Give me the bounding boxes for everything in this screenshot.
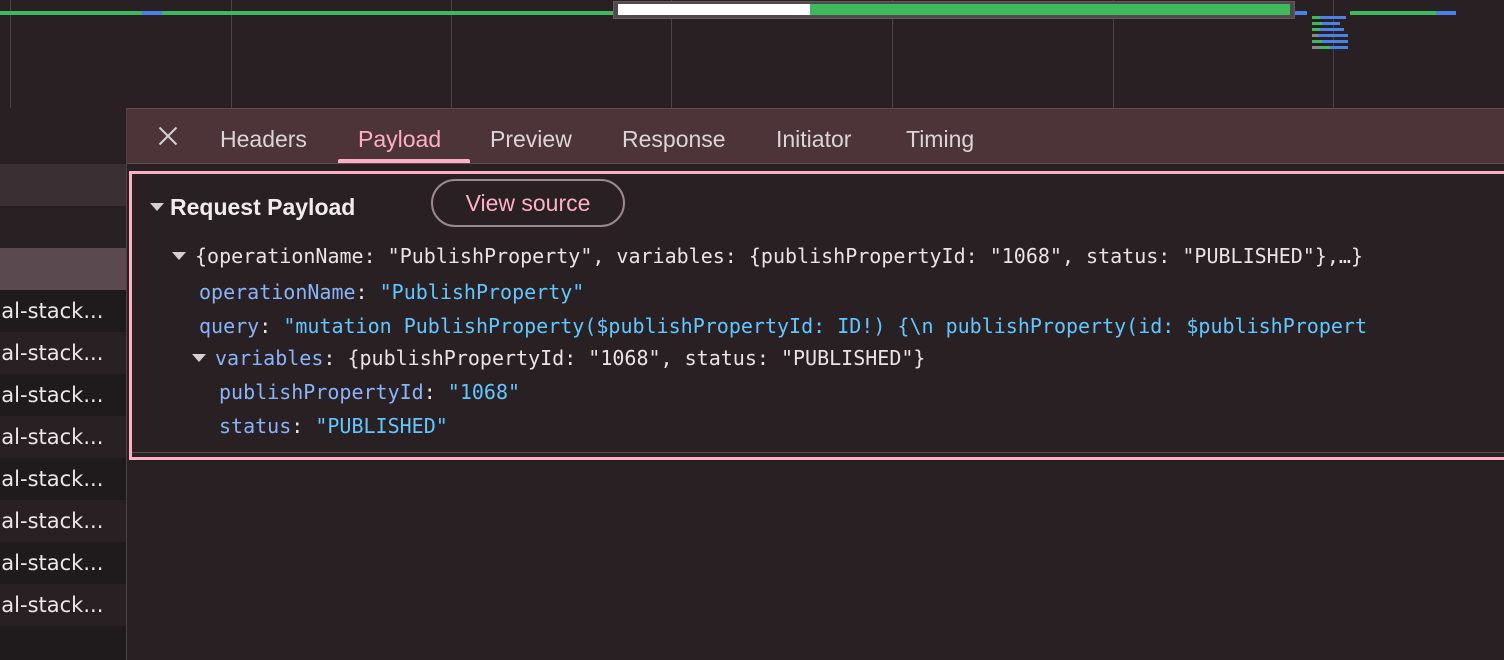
grid-line: [231, 0, 232, 108]
payload-summary: {operationName: "PublishProperty", varia…: [195, 244, 1363, 268]
triangle-down-icon[interactable]: [192, 354, 206, 362]
details-tabbar: Headers Payload Preview Response Initiat…: [127, 109, 1504, 164]
property-separator: :: [355, 280, 368, 304]
timeline-bar: [1350, 11, 1436, 15]
timeline-bar: [1436, 11, 1456, 15]
property-publish-property-id: publishPropertyId: "1068": [219, 377, 520, 407]
view-source-button[interactable]: View source: [431, 179, 625, 227]
section-title: Request Payload: [170, 193, 356, 220]
list-item[interactable]: nal-stack...: [0, 542, 126, 584]
tab-payload[interactable]: Payload: [358, 109, 441, 164]
request-details-panel: Headers Payload Preview Response Initiat…: [127, 108, 1504, 660]
property-query: query: "mutation PublishProperty($publis…: [199, 311, 1504, 341]
tab-timing[interactable]: Timing: [906, 109, 974, 164]
timeline-waiting-segment: [618, 4, 810, 15]
list-item[interactable]: nal-stack...: [0, 458, 126, 500]
triangle-down-icon[interactable]: [150, 203, 164, 211]
property-value: "mutation PublishProperty($publishProper…: [283, 314, 1368, 338]
property-value: {publishPropertyId: "1068", status: "PUB…: [347, 346, 926, 370]
property-value: "PublishProperty": [379, 280, 585, 304]
request-payload-section: Request Payload View source {operationNa…: [129, 171, 1504, 460]
mini-timeline-bar: [1330, 46, 1348, 49]
list-item[interactable]: [0, 206, 126, 248]
mini-timeline-bar: [1320, 46, 1330, 49]
mini-timeline-bar: [1322, 40, 1348, 43]
list-item: [0, 626, 126, 660]
mini-timeline-bar: [1322, 22, 1340, 25]
divider: [132, 452, 1504, 453]
mini-timeline-bar: [1320, 16, 1346, 19]
list-item[interactable]: nal-stack...: [0, 290, 126, 332]
mini-timeline-bar: [1318, 34, 1348, 37]
timeline-bar: [1295, 11, 1307, 15]
waterfall-overview[interactable]: [0, 0, 1504, 108]
timeline-download-segment: [810, 4, 1290, 15]
mini-timeline-bar: [1320, 28, 1344, 31]
mini-timeline-bar: [1312, 16, 1320, 19]
property-value: "PUBLISHED": [315, 414, 448, 438]
property-variables[interactable]: variables: {publishPropertyId: "1068", s…: [192, 343, 925, 373]
close-icon[interactable]: [155, 123, 181, 149]
property-separator: :: [291, 414, 304, 438]
list-item[interactable]: nal-stack...: [0, 416, 126, 458]
list-item[interactable]: nal-stack...: [0, 584, 126, 626]
timeline-bar: [0, 11, 142, 15]
property-separator: :: [423, 380, 436, 404]
property-operation-name: operationName: "PublishProperty": [199, 277, 584, 307]
triangle-down-icon[interactable]: [172, 252, 186, 260]
list-item[interactable]: nal-stack...: [0, 374, 126, 416]
property-key: publishPropertyId: [219, 380, 424, 404]
mini-timeline-bar: [1312, 28, 1320, 31]
mini-timeline-bar: [1312, 40, 1322, 43]
list-item[interactable]: nal-stack...: [0, 500, 126, 542]
property-separator: :: [323, 346, 336, 370]
request-list[interactable]: nal-stack... nal-stack... nal-stack... n…: [0, 108, 127, 660]
request-payload-header[interactable]: Request Payload: [150, 192, 355, 222]
property-key: query: [199, 314, 260, 338]
property-status: status: "PUBLISHED": [219, 411, 448, 441]
property-key: operationName: [199, 280, 356, 304]
tab-initiator[interactable]: Initiator: [776, 109, 851, 164]
active-tab-indicator: [338, 159, 470, 163]
list-header: [0, 108, 126, 164]
tab-headers[interactable]: Headers: [220, 109, 307, 164]
property-value: "1068": [447, 380, 521, 404]
grid-line: [10, 0, 11, 108]
mini-timeline-bar: [1312, 46, 1320, 49]
list-item-selected[interactable]: [0, 248, 126, 290]
property-separator: :: [259, 314, 272, 338]
tab-response[interactable]: Response: [622, 109, 726, 164]
timeline-bar: [142, 11, 162, 15]
property-key: variables: [215, 346, 324, 370]
grid-line: [451, 0, 452, 108]
payload-root[interactable]: {operationName: "PublishProperty", varia…: [172, 241, 1363, 271]
timeline-bar: [162, 11, 614, 15]
list-item[interactable]: [0, 164, 126, 206]
tab-preview[interactable]: Preview: [490, 109, 572, 164]
list-item[interactable]: nal-stack...: [0, 332, 126, 374]
mini-timeline-bar: [1312, 22, 1322, 25]
property-key: status: [219, 414, 292, 438]
